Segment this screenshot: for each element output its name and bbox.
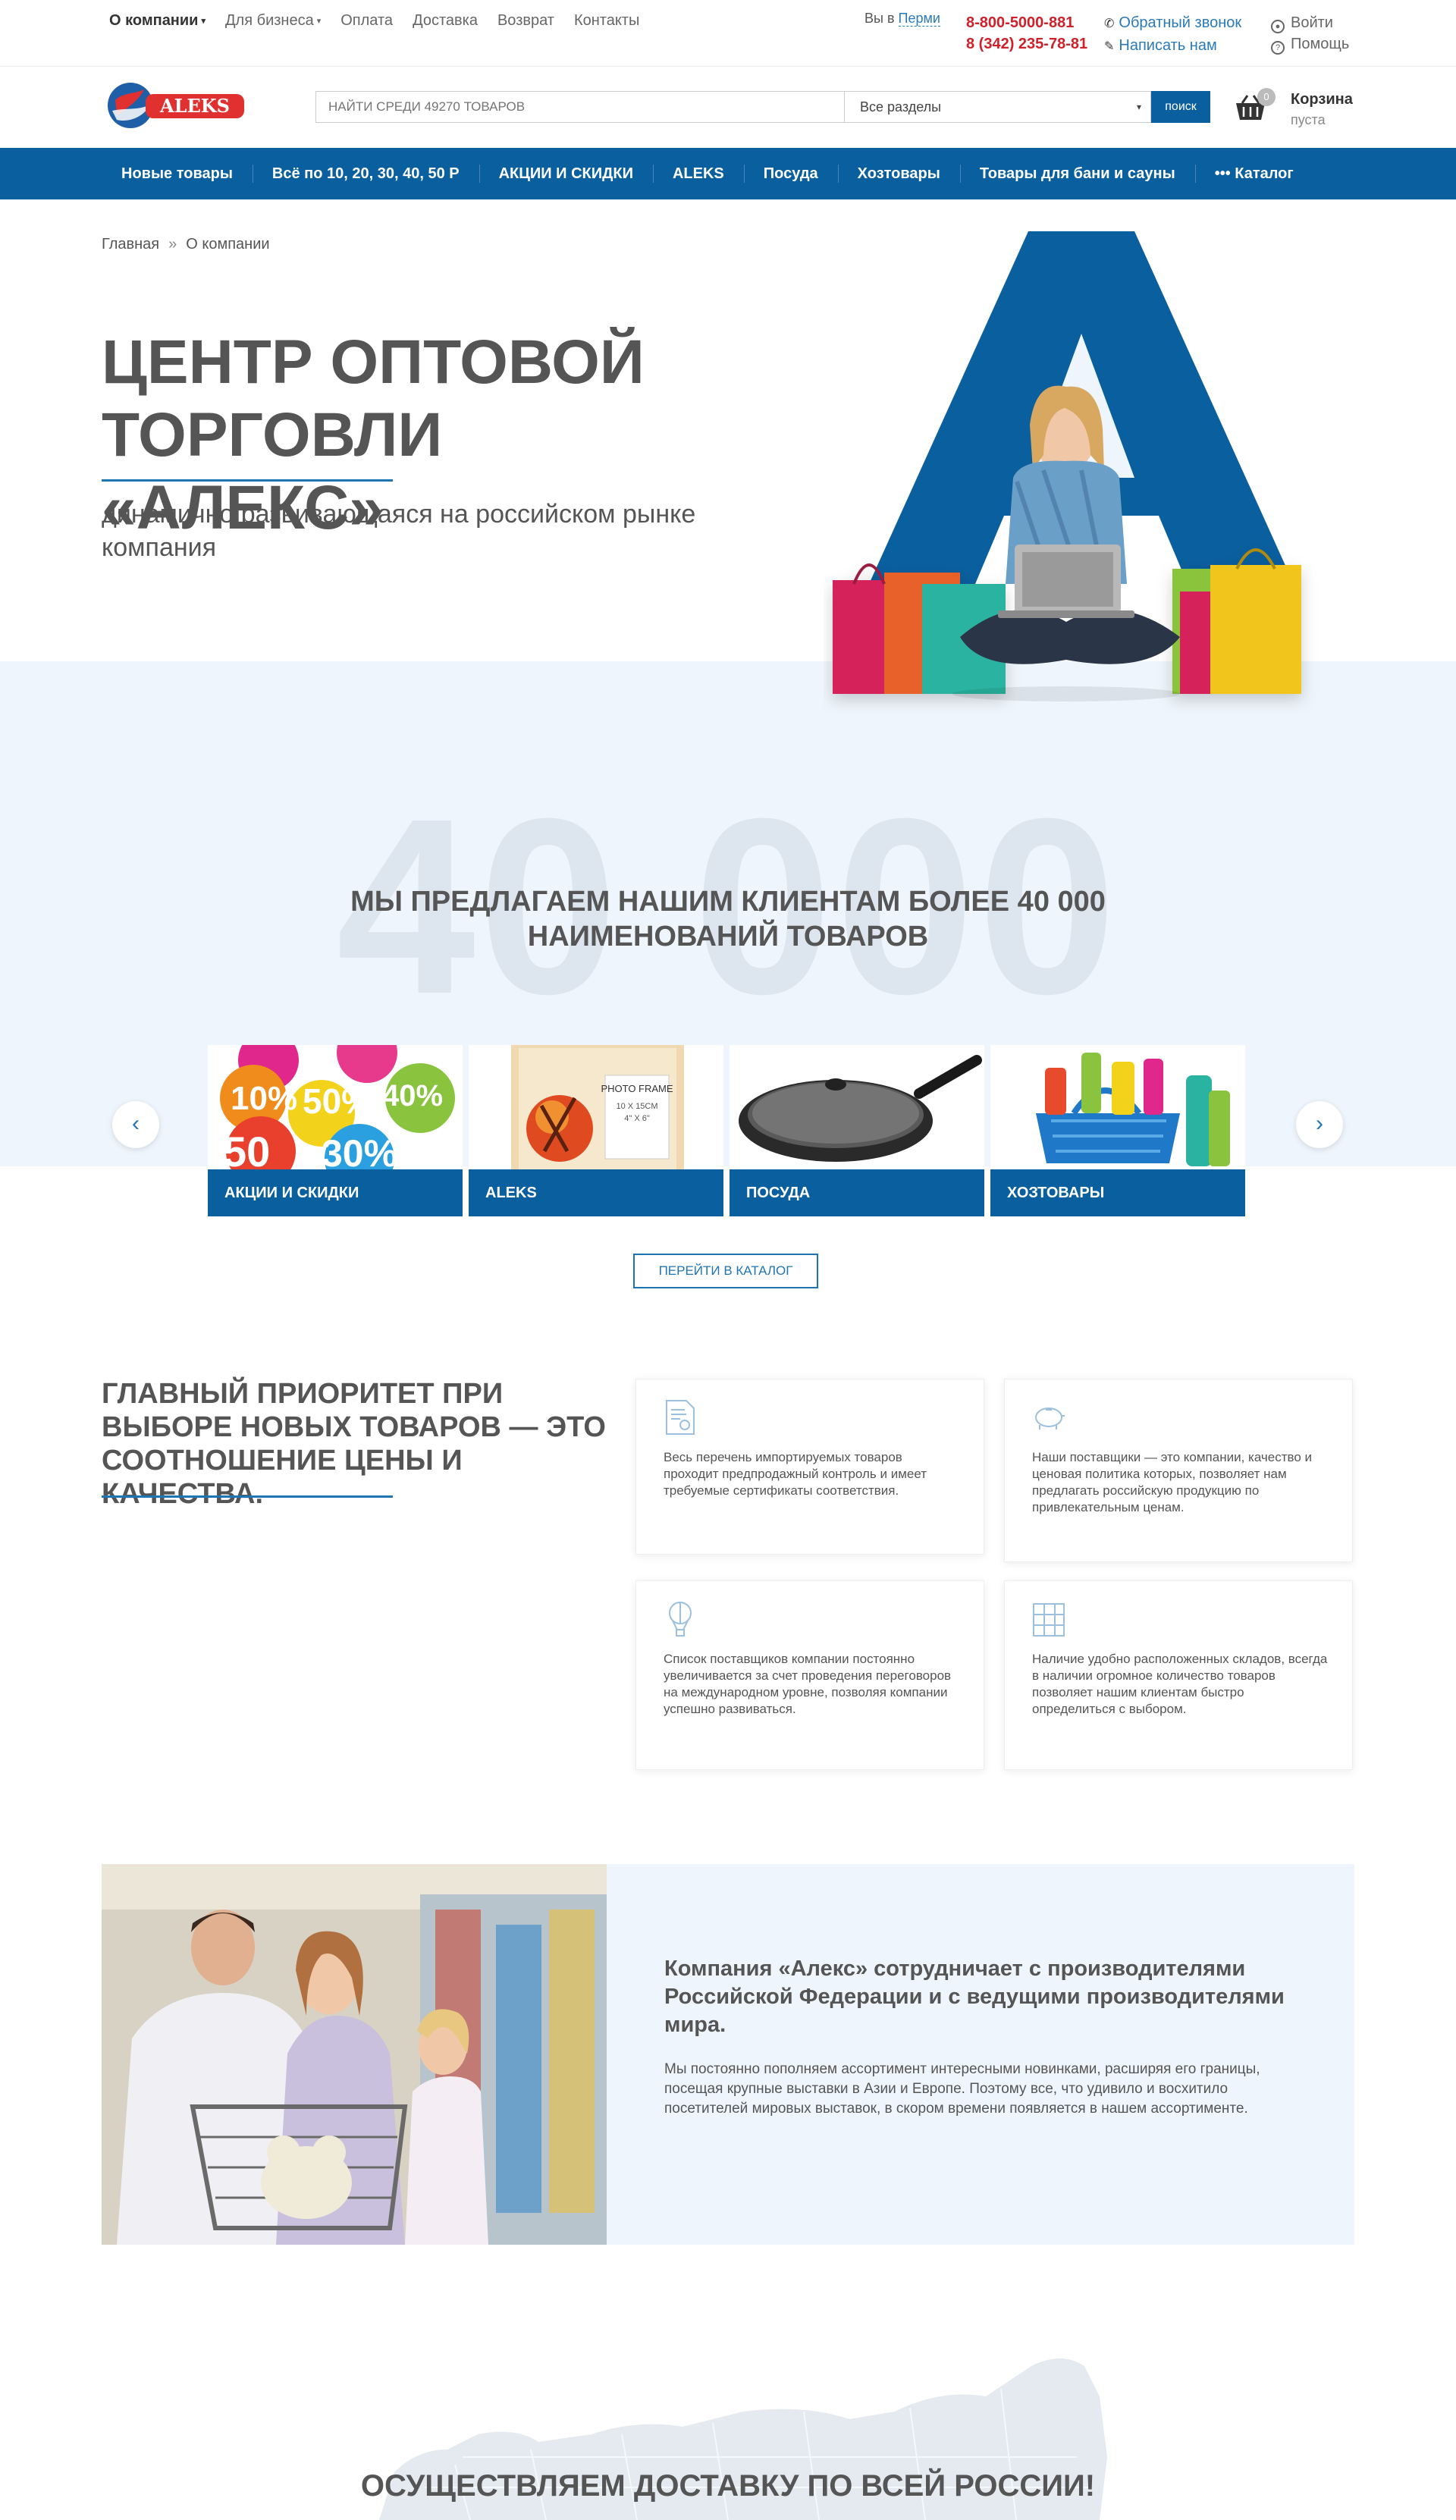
company-title: Компания «Алекс» сотрудничает с производ… <box>664 1957 1285 2037</box>
nav-dishes[interactable]: Посуда <box>743 148 838 199</box>
piggy-bank-icon <box>1035 1407 1065 1429</box>
priority-underline <box>102 1495 393 1498</box>
topnav-delivery[interactable]: Доставка <box>413 12 478 30</box>
breadcrumb: Главная » О компании <box>102 236 270 253</box>
svg-text:PHOTO FRAME: PHOTO FRAME <box>601 1083 673 1094</box>
cart-title: Корзина <box>1291 91 1353 108</box>
category-card-sales[interactable]: 10% 50% 40% 50 30% АКЦИИ И СКИДКИ <box>208 1045 463 1216</box>
city-selector: Вы в Перми <box>864 11 940 27</box>
login-link[interactable]: ● Войти <box>1271 12 1349 33</box>
nav-fixed-price[interactable]: Всё по 10, 20, 30, 40, 50 Р <box>252 148 479 199</box>
svg-text:4" X 6": 4" X 6" <box>624 1114 650 1123</box>
warehouse-icon <box>1033 1603 1065 1637</box>
title-underline <box>102 479 393 482</box>
topnav-return[interactable]: Возврат <box>497 12 554 30</box>
aleks-logo[interactable]: ALEKS <box>105 77 249 130</box>
page-subtitle: динамично развивающаяся на российском ры… <box>102 500 696 562</box>
priority-title: ГЛАВНЫЙ ПРИОРИТЕТ ПРИ ВЫБОРЕ НОВЫХ ТОВАР… <box>102 1378 606 1510</box>
cart-count-badge: 0 <box>1257 88 1276 106</box>
svg-text:30%: 30% <box>322 1132 397 1169</box>
account-links: ● Войти ? Помощь <box>1271 12 1349 55</box>
balloon-icon <box>669 1602 692 1637</box>
top-nav: О компании ▾ Для бизнеса ▾ Оплата Доставка… <box>109 12 639 30</box>
search-bar: Все разделы▾ поиск <box>315 91 1212 123</box>
help-link[interactable]: ? Помощь <box>1271 33 1349 55</box>
category-card-aleks[interactable]: PHOTO FRAME 10 X 15CM 4" X 6" ALEKS <box>469 1045 723 1216</box>
phones: 8-800-5000-881 8 (342) 235-78-81 <box>966 12 1087 55</box>
frying-pan-image <box>730 1045 984 1169</box>
carousel-prev-button[interactable]: ‹ <box>112 1101 159 1148</box>
main-nav: Новые товары Всё по 10, 20, 30, 40, 50 Р… <box>0 148 1456 199</box>
category-card-label: ПОСУДА <box>730 1169 984 1216</box>
hero-illustration <box>833 231 1301 701</box>
user-icon: ● <box>1271 20 1285 33</box>
cart[interactable]: 0 Корзина пуста <box>1235 88 1356 133</box>
nav-sauna[interactable]: Товары для бани и сауны <box>959 148 1195 199</box>
search-button[interactable]: поиск <box>1151 91 1210 123</box>
nav-catalog[interactable]: ••• Каталог <box>1194 148 1313 199</box>
question-icon: ? <box>1271 41 1285 55</box>
svg-text:50%: 50% <box>303 1081 372 1121</box>
chevron-left-icon: ‹ <box>132 1111 140 1136</box>
city-link[interactable]: Перми <box>898 11 940 27</box>
delivery-title: ОСУЩЕСТВЛЯЕМ ДОСТАВКУ ПО ВСЕЙ РОССИИ! <box>360 2469 1096 2503</box>
feature-text: Весь перечень импортируемых товаров прох… <box>664 1450 927 1498</box>
header: ALEKS Все разделы▾ поиск 0 Корзина пуста <box>0 67 1456 148</box>
feature-text: Наличие удобно расположенных складов, вс… <box>1032 1652 1328 1716</box>
feature-card-suppliers: Наши поставщики — это компании, качество… <box>1004 1379 1353 1562</box>
cleaning-supplies-image <box>990 1045 1245 1169</box>
svg-text:10 X 15CM: 10 X 15CM <box>616 1102 657 1111</box>
category-card-label: ХОЗТОВАРЫ <box>990 1169 1245 1216</box>
discount-stickers-image: 10% 50% 40% 50 30% <box>208 1045 463 1169</box>
feature-card-warehouses: Наличие удобно расположенных складов, вс… <box>1004 1580 1353 1770</box>
caret-down-icon: ▾ <box>201 17 206 27</box>
nav-household[interactable]: Хозтовары <box>837 148 960 199</box>
feature-card-international: Список поставщиков компании постоянно ув… <box>635 1580 984 1770</box>
phone-local[interactable]: 8 (342) 235-78-81 <box>966 33 1087 55</box>
certificate-icon <box>666 1400 695 1435</box>
svg-text:ALEKS: ALEKS <box>159 95 230 117</box>
carousel-next-button[interactable]: › <box>1296 1101 1343 1148</box>
search-input[interactable] <box>315 91 845 123</box>
offer-title: МЫ ПРЕДЛАГАЕМ НАШИМ КЛИЕНТАМ БОЛЕЕ 40 00… <box>350 886 1106 952</box>
svg-text:10%: 10% <box>231 1080 297 1117</box>
caret-down-icon: ▾ <box>316 17 322 27</box>
breadcrumb-home[interactable]: Главная <box>102 236 159 253</box>
feature-text: Наши поставщики — это компании, качество… <box>1032 1450 1313 1514</box>
chevron-down-icon: ▾ <box>1136 102 1141 112</box>
callback-link[interactable]: ✆ Обратный звонок <box>1104 12 1241 35</box>
topnav-about[interactable]: О компании ▾ <box>109 12 206 30</box>
category-card-label: АКЦИИ И СКИДКИ <box>208 1169 463 1216</box>
category-card-dishes[interactable]: ПОСУДА <box>730 1045 984 1216</box>
write-us-link[interactable]: ✎ Написать нам <box>1104 35 1241 58</box>
cart-status: пуста <box>1291 112 1326 127</box>
nav-aleks[interactable]: ALEKS <box>652 148 744 199</box>
nav-new-products[interactable]: Новые товары <box>102 148 253 199</box>
topnav-contacts[interactable]: Контакты <box>574 12 639 30</box>
company-text: Мы постоянно пополняем ассортимент интер… <box>664 2061 1260 2117</box>
photo-frame-image: PHOTO FRAME 10 X 15CM 4" X 6" <box>469 1045 723 1169</box>
breadcrumb-current: О компании <box>186 236 270 253</box>
svg-text:40%: 40% <box>382 1079 443 1113</box>
category-card-label: ALEKS <box>469 1169 723 1216</box>
topnav-payment[interactable]: Оплата <box>340 12 393 30</box>
top-bar: О компании ▾ Для бизнеса ▾ Оплата Доставка… <box>0 0 1456 67</box>
contact-links: ✆ Обратный звонок ✎ Написать нам <box>1104 12 1241 58</box>
nav-sales[interactable]: АКЦИИ И СКИДКИ <box>479 148 653 199</box>
feature-text: Список поставщиков компании постоянно ув… <box>664 1652 952 1716</box>
go-to-catalog-button[interactable]: ПЕРЕЙТИ В КАТАЛОГ <box>633 1254 818 1288</box>
topnav-business[interactable]: Для бизнеса ▾ <box>225 12 321 30</box>
chevron-right-icon: › <box>1316 1111 1323 1136</box>
category-select[interactable]: Все разделы ▾ <box>845 91 1151 123</box>
pencil-icon: ✎ <box>1104 40 1115 53</box>
family-shopping-image <box>102 1864 607 2245</box>
phone-icon: ✆ <box>1104 17 1115 30</box>
feature-card-certificates: Весь перечень импортируемых товаров прох… <box>635 1379 984 1555</box>
phone-tollfree[interactable]: 8-800-5000-881 <box>966 12 1087 33</box>
category-card-household[interactable]: ХОЗТОВАРЫ <box>990 1045 1245 1216</box>
svg-text:50: 50 <box>223 1128 270 1169</box>
double-chevron-right-icon: » <box>168 236 177 253</box>
